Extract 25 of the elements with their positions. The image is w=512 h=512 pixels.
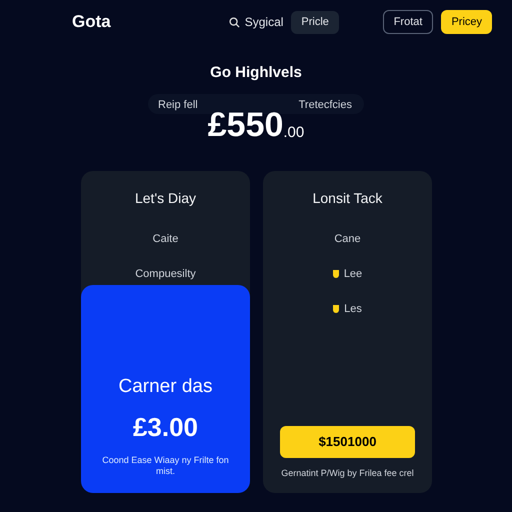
- feature-text: Les: [344, 302, 362, 317]
- search-icon: [228, 16, 240, 28]
- logo[interactable]: Gota: [72, 9, 111, 35]
- shield-icon: [332, 270, 339, 278]
- plan-title: Let's Diay: [134, 188, 196, 208]
- nav-tab[interactable]: Pricle: [291, 10, 339, 34]
- pill-label: Reip fell: [158, 98, 198, 112]
- plan-note: Coond Ease Wiaay ny Frilte fon mist.: [101, 454, 230, 476]
- feature-text: Lee: [344, 266, 362, 282]
- plan-name: Carner das: [118, 375, 212, 399]
- feature-text: Cane: [334, 232, 361, 247]
- shield-icon: [333, 305, 340, 313]
- nav-button[interactable]: Frotat: [382, 10, 434, 34]
- plan-title: Lonsit Tack: [312, 188, 382, 208]
- plan-note: Gernatint P/Wig by Frilea fee crel: [280, 468, 415, 478]
- hero-title: Go Highlvels: [210, 63, 302, 83]
- price-button[interactable]: $1501000: [280, 426, 415, 458]
- search-button[interactable]: Sygical: [228, 13, 284, 31]
- pill-label: Tretecfcies: [298, 98, 352, 112]
- plan-price: £3.00: [132, 410, 198, 444]
- feature-text: Caite: [152, 232, 178, 247]
- hero-price: £550: [208, 108, 284, 142]
- price-cents: .00: [283, 124, 304, 140]
- pricing-button[interactable]: Pricey: [441, 10, 492, 34]
- feature-text: Compuesilty: [135, 266, 196, 282]
